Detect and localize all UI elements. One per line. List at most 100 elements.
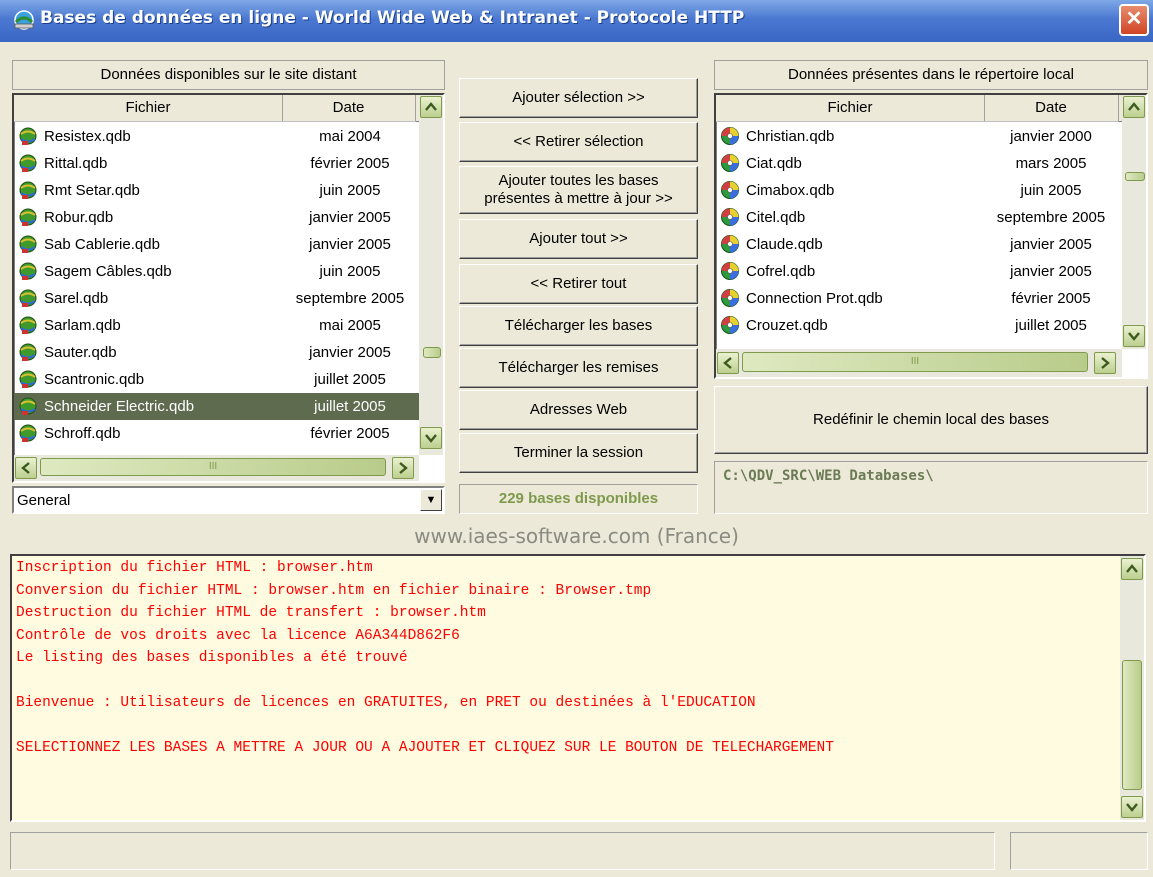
scroll-down-button[interactable] (1121, 796, 1143, 818)
remote-file-name: Resistex.qdb (44, 128, 131, 145)
web-addresses-button[interactable]: Adresses Web (459, 390, 698, 430)
download-bases-button[interactable]: Télécharger les bases (459, 306, 698, 346)
scroll-left-button[interactable] (717, 352, 739, 374)
scroll-down-button[interactable] (1123, 325, 1145, 347)
remote-file-list[interactable]: Fichier Date Resistex.qdb mai 2004 Rittal.… (12, 93, 445, 483)
horizontal-scroll-thumb[interactable]: III (40, 458, 386, 476)
local-file-date: mars 2005 (1015, 155, 1087, 172)
remote-row[interactable]: Schneider Electric.qdb juillet 2005 (14, 393, 419, 420)
local-list-header: Fichier Date (716, 95, 1122, 122)
remove-all-button[interactable]: << Retirer tout (459, 264, 698, 304)
local-file-list[interactable]: Fichier Date Christian.qdb janvier 2000 Ci… (714, 93, 1148, 379)
chevron-down-icon (425, 434, 437, 443)
local-horizontal-scrollbar[interactable]: III (716, 349, 1122, 377)
local-vertical-scrollbar[interactable] (1122, 95, 1146, 349)
remote-file-name: Sab Cablerie.qdb (44, 236, 160, 253)
end-session-button[interactable]: Terminer la session (459, 433, 698, 473)
scroll-right-button[interactable] (392, 457, 414, 479)
window-title: Bases de données en ligne - World Wide W… (40, 8, 745, 28)
remote-row[interactable]: Rittal.qdb février 2005 (14, 150, 419, 177)
add-selection-button[interactable]: Ajouter sélection >> (459, 78, 698, 118)
remove-selection-button[interactable]: << Retirer sélection (459, 122, 698, 162)
local-file-date: septembre 2005 (996, 209, 1106, 226)
remote-file-date: mai 2005 (319, 317, 381, 334)
scroll-up-button[interactable] (1121, 558, 1143, 580)
scroll-thumb[interactable] (1122, 660, 1142, 790)
website-banner: www.iaes-software.com (France) (414, 524, 739, 548)
database-web-icon (19, 154, 37, 172)
remote-row[interactable]: Resistex.qdb mai 2004 (14, 123, 419, 150)
scroll-up-button[interactable] (1123, 96, 1145, 118)
chevron-left-icon (723, 357, 732, 369)
local-row[interactable]: Cimabox.qdb juin 2005 (716, 177, 1122, 204)
scroll-down-button[interactable] (420, 427, 442, 449)
local-file-name: Cimabox.qdb (746, 182, 835, 199)
database-web-icon (19, 208, 37, 226)
scroll-right-button[interactable] (1094, 352, 1116, 374)
remote-row[interactable]: Sab Cablerie.qdb janvier 2005 (14, 231, 419, 258)
remote-column-date[interactable]: Date (282, 95, 416, 122)
horizontal-scroll-thumb[interactable]: III (742, 352, 1088, 372)
category-dropdown[interactable]: General ▼ (12, 486, 445, 514)
scroll-up-button[interactable] (420, 96, 442, 118)
log-output[interactable]: Inscription du fichier HTML : browser.ht… (10, 554, 1146, 822)
database-web-icon (19, 370, 37, 388)
remote-row[interactable]: Rmt Setar.qdb juin 2005 (14, 177, 419, 204)
add-all-to-update-button[interactable]: Ajouter toutes les bases présentes à met… (459, 166, 698, 214)
add-all-to-update-label-line1: Ajouter toutes les bases (498, 172, 659, 189)
database-web-icon (19, 316, 37, 334)
local-file-name: Connection Prot.qdb (746, 290, 883, 307)
redefine-local-path-button[interactable]: Redéfinir le chemin local des bases (714, 386, 1148, 454)
title-bar[interactable]: Bases de données en ligne - World Wide W… (0, 0, 1153, 42)
remote-column-file[interactable]: Fichier (14, 95, 283, 122)
scroll-left-button[interactable] (15, 457, 37, 479)
remote-vertical-scrollbar[interactable] (419, 95, 443, 455)
remote-row[interactable]: Sarlam.qdb mai 2005 (14, 312, 419, 339)
remote-row[interactable]: Sarel.qdb septembre 2005 (14, 285, 419, 312)
add-all-label: Ajouter tout >> (529, 230, 628, 247)
scroll-thumb[interactable] (1125, 172, 1145, 181)
log-line: Le listing des bases disponibles a été t… (16, 650, 408, 666)
remote-horizontal-scrollbar[interactable]: III (14, 455, 419, 481)
log-line: Conversion du fichier HTML : browser.htm… (16, 582, 652, 599)
log-vertical-scrollbar[interactable] (1120, 556, 1144, 820)
chevron-down-icon[interactable]: ▼ (420, 489, 442, 511)
remote-file-date: juillet 2005 (314, 398, 386, 415)
end-session-label: Terminer la session (513, 444, 644, 461)
local-row[interactable]: Citel.qdb septembre 2005 (716, 204, 1122, 231)
chevron-right-icon (399, 462, 408, 474)
local-column-date[interactable]: Date (984, 95, 1119, 122)
remote-row[interactable]: Schroff.qdb février 2005 (14, 420, 419, 447)
database-disc-icon (721, 208, 739, 226)
remote-file-date: janvier 2005 (309, 236, 391, 253)
remote-row[interactable]: Scantronic.qdb juillet 2005 (14, 366, 419, 393)
remote-row[interactable]: Sauter.qdb janvier 2005 (14, 339, 419, 366)
local-row[interactable]: Ciat.qdb mars 2005 (716, 150, 1122, 177)
add-all-button[interactable]: Ajouter tout >> (459, 219, 698, 259)
local-row[interactable]: Christian.qdb janvier 2000 (716, 123, 1122, 150)
download-bases-label: Télécharger les bases (504, 317, 653, 334)
database-web-icon (19, 181, 37, 199)
local-file-name: Ciat.qdb (746, 155, 802, 172)
remote-file-name: Sauter.qdb (44, 344, 117, 361)
download-discounts-button[interactable]: Télécharger les remises (459, 348, 698, 388)
local-row[interactable]: Claude.qdb janvier 2005 (716, 231, 1122, 258)
remote-file-date: juin 2005 (319, 263, 381, 280)
remote-file-name: Sarel.qdb (44, 290, 109, 307)
remote-row[interactable]: Robur.qdb janvier 2005 (14, 204, 419, 231)
remote-file-name: Schneider Electric.qdb (44, 398, 195, 415)
database-web-icon (19, 127, 37, 145)
local-row[interactable]: Cofrel.qdb janvier 2005 (716, 258, 1122, 285)
close-button[interactable]: ✕ (1119, 4, 1149, 36)
local-file-date: janvier 2005 (1010, 236, 1092, 253)
local-row[interactable]: Crouzet.qdb juillet 2005 (716, 312, 1122, 339)
database-web-icon (19, 289, 37, 307)
remote-row[interactable]: Sagem Câbles.qdb juin 2005 (14, 258, 419, 285)
scroll-thumb[interactable] (423, 347, 441, 358)
local-row[interactable]: Connection Prot.qdb février 2005 (716, 285, 1122, 312)
database-web-icon (19, 424, 37, 442)
database-disc-icon (721, 316, 739, 334)
local-file-name: Crouzet.qdb (746, 317, 828, 334)
remote-file-date: février 2005 (310, 425, 390, 442)
local-column-file[interactable]: Fichier (716, 95, 985, 122)
